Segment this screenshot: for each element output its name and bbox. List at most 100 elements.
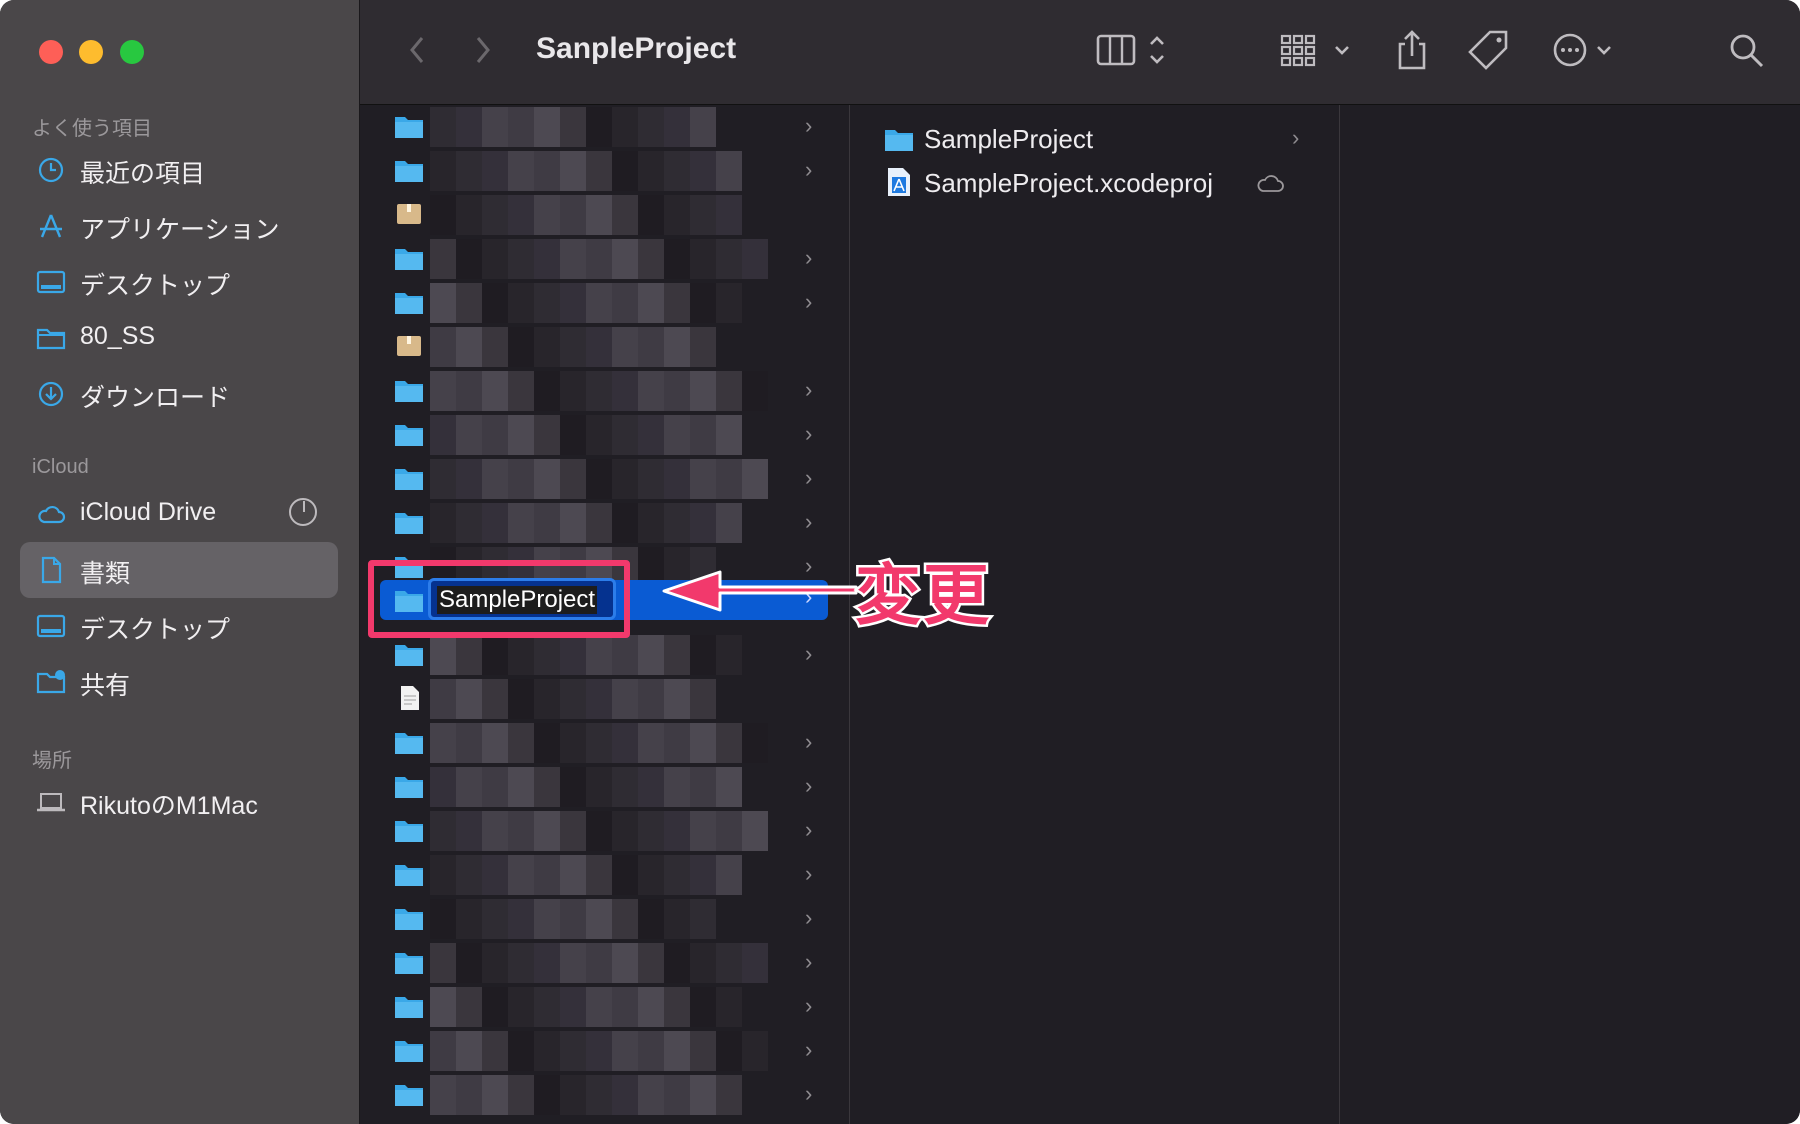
folder-icon <box>395 909 423 930</box>
sidebar-item-desktop[interactable]: デスクトップ <box>20 254 338 310</box>
redacted-block <box>716 635 742 675</box>
chevron-right-icon: › <box>1292 125 1300 150</box>
redacted-block <box>690 635 716 675</box>
list-item[interactable]: › <box>360 369 849 413</box>
column-view-icon[interactable] <box>1096 28 1176 72</box>
group-icon[interactable] <box>1280 28 1354 72</box>
redacted-block <box>430 371 456 411</box>
list-item[interactable]: › <box>360 281 849 325</box>
zoom-button[interactable] <box>120 40 144 64</box>
list-item[interactable]: › <box>360 501 849 545</box>
sidebar-item-mac[interactable]: RikutoのM1Mac <box>20 774 338 830</box>
redacted-block <box>430 239 456 279</box>
sidebar-item-label: 書類 <box>80 560 131 588</box>
forward-icon[interactable] <box>468 28 498 72</box>
clock-icon <box>38 157 64 183</box>
redacted-block <box>690 327 716 367</box>
list-item[interactable]: › <box>360 237 849 281</box>
redacted-block <box>560 151 586 191</box>
list-item[interactable]: › <box>360 1073 849 1117</box>
list-item[interactable]: › <box>360 765 849 809</box>
redacted-block <box>638 635 664 675</box>
sidebar-item-recents[interactable]: 最近の項目 <box>20 142 338 198</box>
redacted-block <box>664 811 690 851</box>
minimize-button[interactable] <box>79 40 103 64</box>
redacted-block <box>742 1031 768 1071</box>
list-item[interactable]: › <box>360 457 849 501</box>
list-item[interactable]: › <box>360 105 849 149</box>
document-icon <box>41 556 62 584</box>
cloud-icon <box>1257 175 1284 192</box>
list-item[interactable] <box>360 193 849 237</box>
redacted-block <box>534 239 560 279</box>
folder-icon <box>395 513 423 534</box>
sidebar-item-label: 共有 <box>80 672 131 700</box>
redacted-block <box>560 327 586 367</box>
redacted-block <box>430 899 456 939</box>
redacted-block <box>534 415 560 455</box>
redacted-block <box>456 943 482 983</box>
sidebar-item-applications[interactable]: アプリケーション <box>20 198 338 254</box>
list-item[interactable]: SampleProject.xcodeproj <box>850 161 1339 205</box>
list-item[interactable]: › <box>360 1029 849 1073</box>
list-item[interactable] <box>360 325 849 369</box>
search-icon[interactable] <box>1726 28 1766 72</box>
redacted-block <box>664 327 690 367</box>
chevron-right-icon: › <box>805 421 813 446</box>
folder-icon <box>395 117 423 138</box>
redacted-block <box>664 899 690 939</box>
redacted-block <box>586 327 612 367</box>
redacted-block <box>612 723 638 763</box>
sidebar-item-icloud-drive[interactable]: iCloud Drive <box>20 486 338 542</box>
column-3 <box>1340 105 1800 1124</box>
tag-icon[interactable] <box>1468 28 1512 72</box>
list-item[interactable]: › <box>360 985 849 1029</box>
redacted-block <box>482 899 508 939</box>
sidebar-item-documents[interactable]: 書類 <box>20 542 338 598</box>
back-icon[interactable] <box>402 28 432 72</box>
list-item[interactable]: › <box>360 809 849 853</box>
redacted-block <box>534 1075 560 1115</box>
redacted-block <box>638 371 664 411</box>
close-button[interactable] <box>39 40 63 64</box>
redacted-block <box>716 1031 742 1071</box>
redacted-block <box>508 195 534 235</box>
list-item[interactable]: › <box>360 941 849 985</box>
sidebar-item-shared[interactable]: 共有 <box>20 654 338 710</box>
redacted-block <box>690 679 716 719</box>
redacted-block <box>560 811 586 851</box>
list-item[interactable]: › <box>360 149 849 193</box>
chevron-right-icon: › <box>805 1081 813 1106</box>
redacted-block <box>716 943 742 983</box>
redacted-block <box>664 943 690 983</box>
redacted-block <box>690 459 716 499</box>
redacted-block <box>664 239 690 279</box>
sidebar-item-downloads[interactable]: ダウンロード <box>20 366 338 422</box>
redacted-block <box>612 107 638 147</box>
redacted-block <box>716 767 742 807</box>
list-item[interactable] <box>360 677 849 721</box>
redacted-block <box>586 195 612 235</box>
redacted-block <box>560 239 586 279</box>
list-item[interactable]: › <box>360 721 849 765</box>
redacted-block <box>560 283 586 323</box>
redacted-block <box>560 987 586 1027</box>
list-item[interactable]: › <box>360 633 849 677</box>
list-item[interactable]: › <box>360 897 849 941</box>
list-item[interactable]: › <box>360 413 849 457</box>
redacted-block <box>534 811 560 851</box>
list-item[interactable]: › <box>360 853 849 897</box>
sidebar-item-icloud-desktop[interactable]: デスクトップ <box>20 598 338 654</box>
sidebar-item-80ss[interactable]: 80_SS <box>20 310 338 366</box>
share-icon[interactable] <box>1392 28 1432 72</box>
list-item[interactable]: SampleProject › <box>850 117 1339 161</box>
redacted-block <box>430 107 456 147</box>
redacted-block <box>456 679 482 719</box>
redacted-block <box>456 899 482 939</box>
more-icon[interactable] <box>1552 28 1622 72</box>
redacted-block <box>742 943 768 983</box>
redacted-block <box>586 767 612 807</box>
redacted-block <box>456 239 482 279</box>
redacted-block <box>482 1031 508 1071</box>
redacted-block <box>456 503 482 543</box>
